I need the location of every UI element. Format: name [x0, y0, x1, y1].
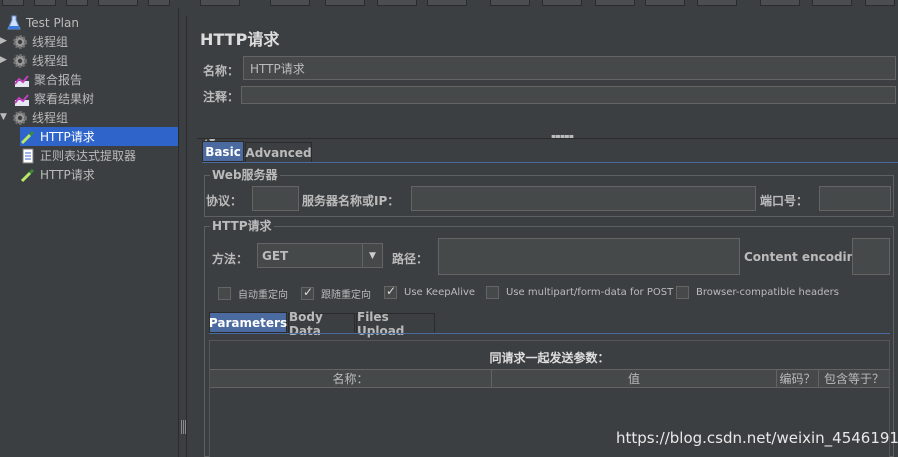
page-title: HTTP请求 [200, 30, 280, 49]
chart-icon [14, 72, 30, 88]
use-keepalive-checkbox[interactable]: Use KeepAlive [384, 284, 475, 299]
method-select[interactable]: GET ▼ [257, 243, 383, 268]
divider [197, 138, 898, 139]
toolbar-button[interactable] [542, 0, 582, 6]
split-pane-divider[interactable] [178, 8, 188, 457]
flask-icon [6, 15, 22, 31]
http-request-group-title: HTTP请求 [210, 217, 274, 234]
multipart-post-checkbox[interactable]: Use multipart/form-data for POST [486, 286, 673, 299]
tree-item-view-results-tree[interactable]: 察看结果树 [14, 89, 94, 108]
server-name-field[interactable] [411, 186, 756, 211]
drag-handle-icon[interactable]: ▪▪▪▪▪ [551, 132, 574, 141]
expand-arrow-icon[interactable]: ▶ [0, 55, 7, 65]
auto-redirect-checkbox[interactable]: 自动重定向 [218, 286, 288, 301]
toolbar-button[interactable] [645, 0, 685, 6]
port-field[interactable] [819, 186, 891, 211]
checkbox-icon[interactable] [218, 287, 231, 300]
toolbar-button[interactable] [2, 0, 24, 6]
path-field[interactable] [438, 238, 740, 275]
tree-item-thread-group[interactable]: ▶ 线程组 [0, 51, 68, 70]
table-header: 名称： 值 编码？ 包含等于？ [210, 369, 889, 388]
toolbar-button[interactable] [595, 0, 635, 6]
protocol-field[interactable] [252, 186, 299, 211]
toolbar-button[interactable] [200, 0, 240, 6]
toolbar-button[interactable] [270, 0, 310, 6]
toolbar-button[interactable] [490, 0, 530, 6]
server-name-label: 服务器名称或IP： [302, 194, 400, 208]
toolbar-button[interactable] [865, 0, 895, 6]
checkbox-icon[interactable] [486, 286, 499, 299]
browser-compatible-headers-checkbox[interactable]: Browser-compatible headers [676, 286, 839, 299]
tab-advanced[interactable]: Advanced [245, 142, 312, 163]
content-encoding-label: Content encoding: [744, 250, 869, 264]
toolbar-button[interactable] [325, 0, 365, 6]
parameters-table-caption: 同请求一起发送参数： [489, 351, 610, 365]
toolbar-button[interactable] [697, 0, 737, 6]
chevron-down-icon[interactable]: ▼ [362, 244, 382, 267]
tab-parameters[interactable]: Parameters [209, 312, 287, 333]
watermark: https://blog.csdn.net/weixin_45461910 [616, 429, 898, 447]
tree-item-aggregate-report[interactable]: 聚合报告 [14, 70, 82, 89]
follow-redirects-checkbox[interactable]: 跟随重定向 [301, 285, 371, 301]
checkbox-checked-icon[interactable] [384, 284, 397, 299]
toolbar-button[interactable] [66, 0, 88, 6]
toolbar-button[interactable] [34, 0, 56, 6]
column-header-name[interactable]: 名称： [210, 370, 492, 387]
comment-field[interactable] [241, 86, 896, 104]
tab-basic[interactable]: Basic [202, 141, 244, 162]
test-plan-tree: Test Plan ▶ 线程组 ▶ 线程组 聚合报告 察看结果树 ▼ 线程组 H… [0, 10, 178, 457]
gear-icon [12, 34, 28, 50]
sampler-panel: HTTP请求 名称： HTTP请求 注释： ▲▼ ▪▪▪▪▪ Basic Adv… [193, 10, 898, 457]
tree-item-test-plan[interactable]: Test Plan [6, 13, 79, 32]
collapse-arrow-icon[interactable]: ▼ [0, 112, 7, 122]
checkbox-checked-icon[interactable] [301, 285, 314, 300]
name-label: 名称： [203, 64, 240, 78]
drag-handle-icon[interactable] [181, 420, 186, 434]
chart-icon [14, 91, 30, 107]
tab-body-data[interactable]: Body Data [288, 310, 355, 338]
tree-item-thread-group[interactable]: ▼ 线程组 [0, 108, 68, 127]
content-encoding-field[interactable] [852, 238, 890, 275]
tree-item-http-request[interactable]: HTTP请求 [20, 127, 178, 146]
toolbar-button[interactable] [760, 0, 800, 6]
tree-item-http-request[interactable]: HTTP请求 [20, 165, 95, 184]
pipette-icon [20, 129, 36, 145]
toolbar-button[interactable] [98, 0, 138, 6]
toolbar-button[interactable] [377, 0, 417, 6]
method-value: GET [262, 248, 289, 263]
toolbar-button[interactable] [812, 0, 852, 6]
column-header-include-equals[interactable]: 包含等于？ [819, 370, 889, 387]
web-server-group-title: Web服务器 [210, 166, 280, 183]
column-header-encode[interactable]: 编码？ [777, 370, 819, 387]
tree-item-regex-extractor[interactable]: 正则表达式提取器 [20, 146, 136, 165]
tree-item-thread-group[interactable]: ▶ 线程组 [0, 32, 68, 51]
toolbar-button[interactable] [148, 0, 170, 6]
checkbox-icon[interactable] [676, 286, 689, 299]
protocol-label: 协议： [206, 194, 243, 208]
gear-icon [12, 110, 28, 126]
expand-arrow-icon[interactable]: ▶ [0, 36, 7, 46]
gear-icon [12, 53, 28, 69]
tab-files-upload[interactable]: Files Upload [356, 310, 435, 338]
port-label: 端口号： [760, 194, 809, 208]
path-label: 路径： [392, 252, 429, 266]
toolbar-button[interactable] [427, 0, 467, 6]
document-icon [20, 148, 36, 164]
toolbar [0, 0, 898, 8]
name-field[interactable]: HTTP请求 [243, 56, 896, 80]
comment-label: 注释： [203, 90, 240, 104]
method-label: 方法： [212, 252, 249, 266]
pipette-icon [20, 167, 36, 183]
column-header-value[interactable]: 值 [492, 370, 777, 387]
